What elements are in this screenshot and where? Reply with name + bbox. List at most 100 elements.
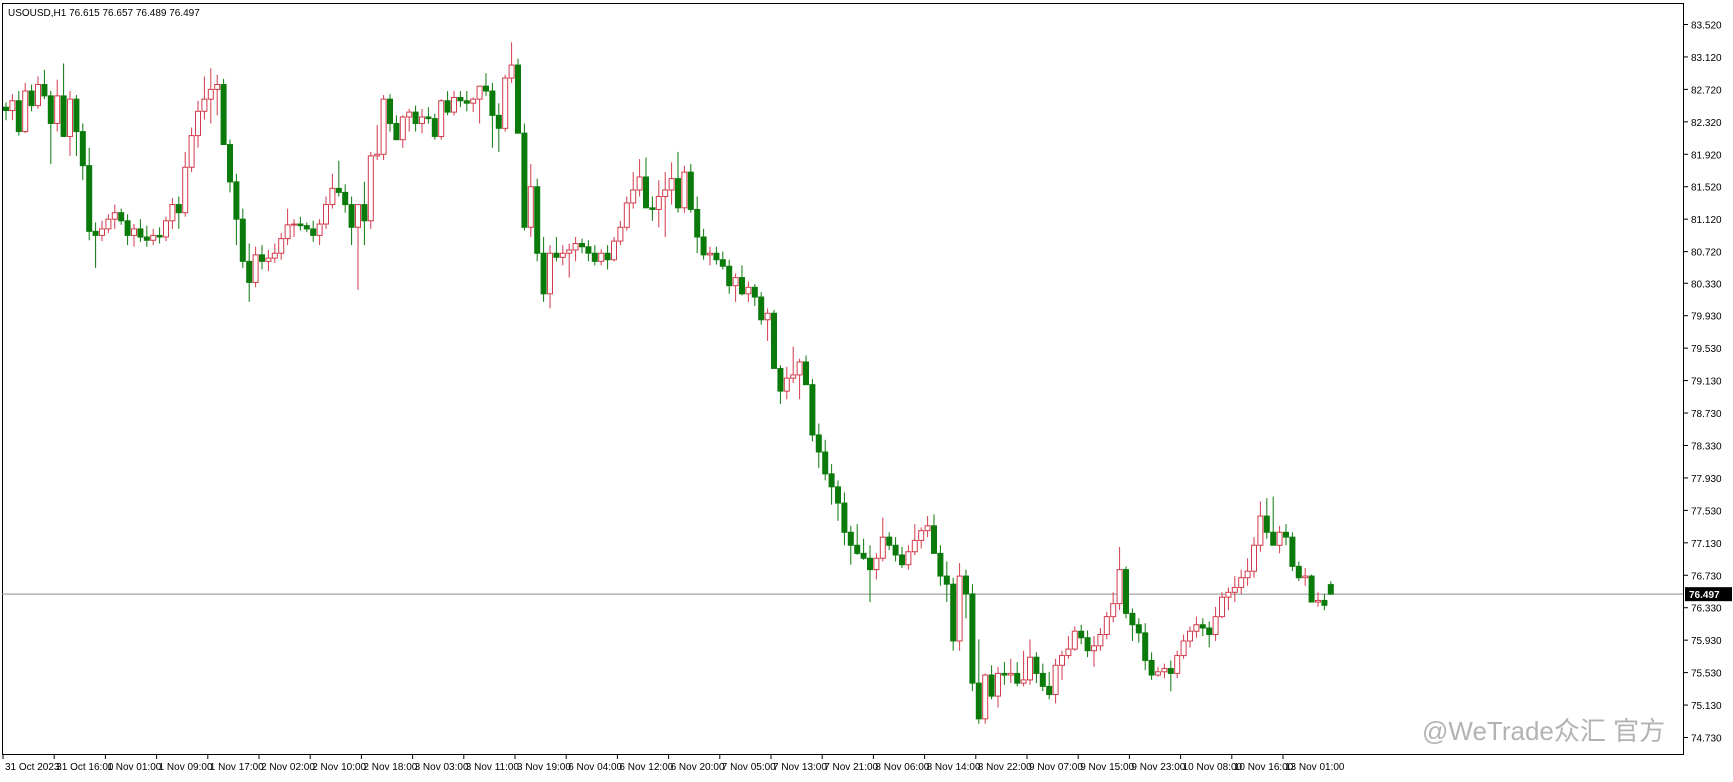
candle-body [713, 252, 720, 261]
x-tick-label: 2 Nov 02:00 [261, 762, 315, 773]
candle-body [675, 178, 681, 209]
chart-window[interactable]: 83.520 83.120 82.720 82.320 81.920 81.520 81.1… [0, 0, 1733, 777]
candle-body [444, 100, 451, 113]
x-tick-label: 31 Oct 16:00 [56, 762, 114, 773]
x-tick-label: 1 Nov 17:00 [210, 762, 264, 773]
y-tick-label: 75.130 [1691, 701, 1722, 712]
candle-body [105, 218, 112, 230]
candle-body [297, 223, 304, 227]
candle-body [982, 674, 989, 720]
x-tick-label: 7 Nov 13:00 [773, 762, 827, 773]
candle-body [956, 575, 963, 642]
candle-body [700, 236, 707, 256]
x-tick-label: 2 Nov 10:00 [312, 762, 366, 773]
candle-body [41, 84, 48, 97]
candle-body [585, 246, 592, 254]
candle-body [739, 277, 745, 295]
candle-body [489, 90, 496, 116]
candle-body [252, 254, 259, 283]
candle-body [649, 207, 656, 210]
candle-body [169, 204, 176, 222]
candle [502, 74, 509, 132]
candle-body [3, 106, 9, 111]
candle-body [687, 171, 694, 210]
candle [681, 165, 688, 213]
candle-body [73, 98, 80, 133]
candle-body [815, 434, 822, 453]
candle-body [188, 135, 195, 168]
candle-body [1244, 570, 1251, 579]
candle [771, 310, 777, 369]
candle-body [1027, 656, 1033, 681]
candle-body [329, 187, 336, 206]
candle-body [918, 530, 925, 541]
candle-body [310, 228, 317, 236]
y-tick-label: 77.930 [1691, 474, 1722, 485]
candle-body [1020, 679, 1027, 684]
candle-body [1001, 672, 1008, 676]
candle-body [655, 195, 662, 210]
candle-body [22, 90, 29, 133]
candle-body [195, 110, 201, 137]
candle-body [124, 220, 131, 236]
candle-body [291, 223, 297, 226]
candle [1308, 574, 1315, 603]
y-tick-label: 81.920 [1691, 150, 1722, 161]
price-chart[interactable]: 83.520 83.120 82.720 82.320 81.920 81.520 81.1… [0, 0, 1733, 777]
watermark-text: @WeTrade众汇 官方 [1422, 716, 1665, 746]
candle-body [1251, 544, 1257, 572]
candle-body [201, 98, 208, 112]
candle-body [220, 84, 227, 146]
candle-body [399, 116, 406, 141]
candle [534, 178, 541, 262]
y-tick-label: 81.120 [1691, 215, 1722, 226]
candle-body [534, 186, 541, 254]
candle-body [879, 536, 886, 559]
y-tick-label: 77.130 [1691, 539, 1722, 550]
candle-body [790, 374, 797, 379]
candle-body [598, 252, 605, 262]
candle-body [207, 88, 214, 100]
candle-body [694, 208, 701, 238]
y-tick-label: 82.720 [1691, 85, 1722, 96]
candle-body [259, 254, 265, 262]
y-tick-label: 83.520 [1691, 21, 1722, 32]
x-tick-label: 6 Nov 04:00 [568, 762, 622, 773]
y-tick-label: 83.120 [1691, 53, 1722, 64]
candle-body [886, 536, 893, 546]
candle-body [1231, 586, 1238, 593]
candle-body [182, 166, 189, 214]
candle-body [841, 502, 848, 533]
candle-body [227, 144, 233, 183]
candle-body [726, 265, 733, 287]
candle-body [1065, 648, 1072, 657]
candle-body [316, 223, 323, 236]
candle-body [1078, 630, 1085, 639]
symbol-header: USOUSD,H1 76.615 76.657 76.489 76.497 [8, 8, 200, 19]
candle-body [822, 451, 829, 475]
y-tick-label: 78.730 [1691, 409, 1722, 420]
candle-body [1321, 599, 1328, 606]
candle-body [265, 257, 272, 262]
candle-body [150, 234, 157, 241]
candle-body [758, 296, 765, 321]
candle-body [9, 100, 16, 111]
candle-body [303, 225, 310, 230]
candle-body [233, 181, 240, 220]
candle-body [943, 575, 950, 585]
candle-body [988, 674, 995, 697]
candle-body [745, 286, 752, 295]
y-tick-label: 75.530 [1691, 669, 1722, 680]
candle [982, 673, 989, 724]
candle-body [643, 176, 649, 209]
y-tick-label: 79.130 [1691, 377, 1722, 388]
current-price-label: 76.497 [1689, 590, 1720, 601]
x-tick-label: 31 Oct 2023 [5, 762, 60, 773]
y-tick-label: 74.730 [1691, 734, 1722, 745]
candle [1123, 566, 1129, 619]
x-tick-label: 1 Nov 01:00 [107, 762, 161, 773]
candle-body [476, 85, 483, 100]
candle-body [387, 98, 393, 124]
candle-body [1097, 633, 1104, 647]
candle-body [719, 259, 726, 267]
